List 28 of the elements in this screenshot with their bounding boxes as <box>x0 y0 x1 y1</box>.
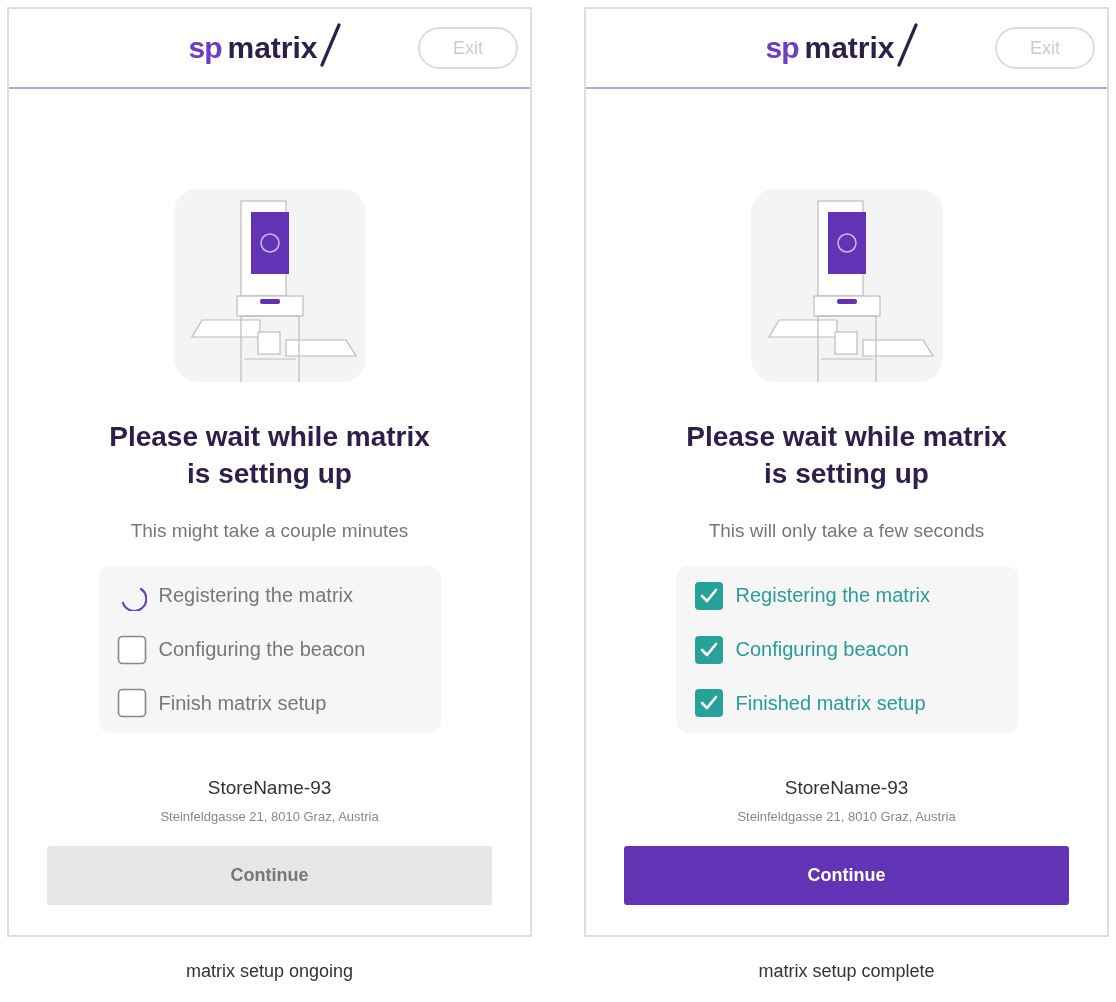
store-name: StoreName-93 <box>784 777 909 799</box>
setup-subtitle: This might take a couple minutes <box>130 520 409 542</box>
step-label: Finish matrix setup <box>158 691 327 715</box>
step-label: Registering the matrix <box>735 584 931 608</box>
setup-subtitle: This will only take a few seconds <box>708 520 985 542</box>
checkbox[interactable] <box>693 688 724 719</box>
slash-icon <box>895 23 918 67</box>
checkbox[interactable] <box>116 634 147 665</box>
continue-button[interactable]: Continue <box>624 846 1069 905</box>
checkbox[interactable] <box>693 580 724 611</box>
logo-brand: sp <box>765 31 799 65</box>
step-label: Configuring the beacon <box>158 638 366 661</box>
screen-caption: matrix setup ongoing <box>185 961 354 982</box>
store-address: Steinfeldgasse 21, 8010 Graz, Austria <box>737 809 956 824</box>
setup-title: Please wait while matrix is setting up <box>685 420 1008 491</box>
logo-brand: sp <box>188 31 222 65</box>
step-label: Configuring beacon <box>735 638 909 661</box>
screen-caption: matrix setup complete <box>758 961 935 982</box>
step-label: Finished matrix setup <box>735 691 926 715</box>
slash-icon <box>318 23 341 67</box>
logo-text: matrix <box>804 31 895 65</box>
store-address: Steinfeldgasse 21, 8010 Graz, Austria <box>160 809 379 824</box>
logo-text: matrix <box>227 31 318 65</box>
store-name: StoreName-93 <box>207 777 332 799</box>
step-label: Registering the matrix <box>158 584 354 608</box>
checkbox[interactable] <box>116 688 147 719</box>
checkbox[interactable] <box>693 634 724 665</box>
setup-title: Please wait while matrix is setting up <box>108 420 431 491</box>
